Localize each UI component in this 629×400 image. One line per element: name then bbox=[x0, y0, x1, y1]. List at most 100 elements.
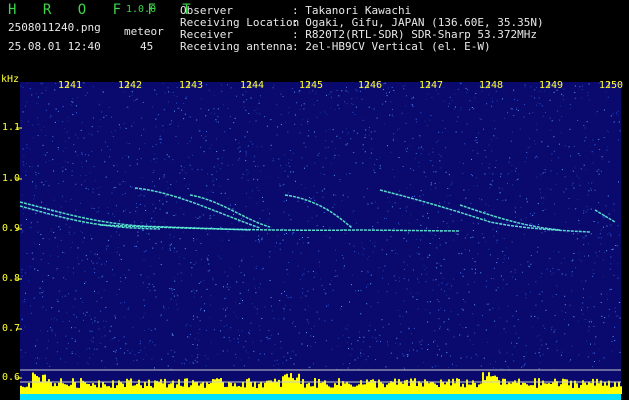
level-column bbox=[556, 381, 558, 394]
noise-speck bbox=[258, 287, 260, 289]
noise-speck bbox=[477, 223, 479, 225]
noise-speck bbox=[48, 103, 50, 105]
noise-speck bbox=[393, 137, 394, 139]
noise-speck bbox=[588, 243, 589, 245]
noise-speck bbox=[423, 265, 425, 267]
noise-speck bbox=[564, 176, 566, 178]
noise-speck bbox=[201, 296, 202, 298]
level-column bbox=[426, 381, 428, 394]
noise-speck bbox=[429, 231, 431, 233]
noise-speck bbox=[222, 157, 223, 159]
noise-speck bbox=[616, 112, 618, 114]
noise-speck bbox=[489, 254, 491, 256]
noise-speck bbox=[35, 174, 37, 176]
noise-speck bbox=[435, 186, 436, 188]
noise-speck bbox=[307, 123, 309, 125]
level-column bbox=[578, 387, 580, 394]
noise-speck bbox=[83, 312, 85, 314]
noise-speck bbox=[346, 143, 348, 145]
noise-speck bbox=[139, 343, 141, 345]
noise-speck bbox=[462, 299, 464, 300]
noise-speck bbox=[35, 171, 37, 173]
noise-speck bbox=[172, 356, 174, 358]
noise-speck bbox=[269, 251, 271, 253]
noise-speck bbox=[316, 116, 318, 118]
noise-speck bbox=[488, 144, 490, 146]
noise-speck bbox=[58, 149, 59, 151]
noise-speck bbox=[516, 109, 518, 110]
noise-speck bbox=[612, 336, 614, 338]
noise-speck bbox=[37, 123, 39, 125]
noise-speck bbox=[54, 121, 56, 123]
noise-speck bbox=[31, 94, 33, 96]
level-column bbox=[32, 372, 34, 394]
noise-speck bbox=[387, 344, 389, 346]
noise-speck bbox=[439, 262, 441, 264]
noise-speck bbox=[460, 109, 462, 111]
noise-speck bbox=[70, 199, 72, 200]
noise-speck bbox=[618, 181, 619, 183]
level-column bbox=[304, 387, 306, 394]
level-column bbox=[268, 380, 270, 394]
noise-speck bbox=[77, 154, 79, 156]
noise-speck bbox=[37, 96, 39, 98]
noise-speck bbox=[301, 124, 302, 126]
level-column bbox=[450, 385, 452, 394]
noise-speck bbox=[416, 299, 418, 300]
noise-speck bbox=[120, 302, 122, 304]
noise-speck bbox=[547, 348, 549, 349]
noise-speck bbox=[277, 126, 279, 128]
noise-speck bbox=[438, 301, 440, 303]
noise-speck bbox=[159, 222, 161, 224]
noise-speck bbox=[509, 157, 511, 159]
noise-speck bbox=[323, 211, 325, 213]
level-column bbox=[276, 382, 278, 394]
noise-speck bbox=[346, 173, 347, 175]
noise-speck bbox=[484, 218, 486, 220]
noise-speck bbox=[164, 158, 166, 160]
noise-speck bbox=[238, 221, 240, 223]
noise-speck bbox=[249, 197, 251, 199]
level-column bbox=[350, 384, 352, 394]
noise-speck bbox=[456, 121, 458, 122]
noise-speck bbox=[451, 285, 453, 286]
noise-speck bbox=[49, 117, 51, 118]
level-column bbox=[106, 386, 108, 394]
noise-speck bbox=[313, 104, 315, 106]
noise-speck bbox=[355, 290, 356, 292]
noise-speck bbox=[454, 93, 455, 95]
noise-speck bbox=[97, 130, 99, 132]
noise-speck bbox=[338, 95, 340, 97]
noise-speck bbox=[216, 151, 218, 152]
noise-speck bbox=[476, 355, 478, 357]
level-column bbox=[428, 383, 430, 394]
noise-speck bbox=[440, 288, 442, 290]
noise-speck bbox=[136, 98, 138, 100]
noise-speck bbox=[25, 174, 27, 176]
noise-speck bbox=[525, 294, 527, 296]
noise-speck bbox=[250, 322, 252, 324]
noise-speck bbox=[63, 127, 65, 129]
level-column bbox=[256, 388, 258, 394]
noise-speck bbox=[347, 367, 349, 369]
noise-speck bbox=[313, 336, 315, 337]
noise-speck bbox=[155, 126, 157, 128]
noise-speck bbox=[116, 294, 118, 296]
noise-speck bbox=[505, 331, 507, 333]
level-column bbox=[462, 383, 464, 394]
noise-speck bbox=[176, 102, 178, 104]
noise-speck bbox=[441, 131, 443, 133]
noise-speck bbox=[154, 185, 156, 187]
noise-speck bbox=[448, 105, 449, 107]
noise-speck bbox=[75, 353, 77, 355]
noise-speck bbox=[498, 308, 500, 310]
noise-speck bbox=[399, 343, 401, 345]
noise-speck bbox=[407, 232, 409, 234]
noise-speck bbox=[352, 111, 354, 113]
noise-speck bbox=[484, 173, 486, 175]
noise-speck bbox=[389, 114, 391, 116]
noise-speck bbox=[568, 198, 570, 199]
noise-speck bbox=[207, 270, 209, 272]
noise-speck bbox=[152, 284, 154, 285]
noise-speck bbox=[180, 207, 182, 209]
